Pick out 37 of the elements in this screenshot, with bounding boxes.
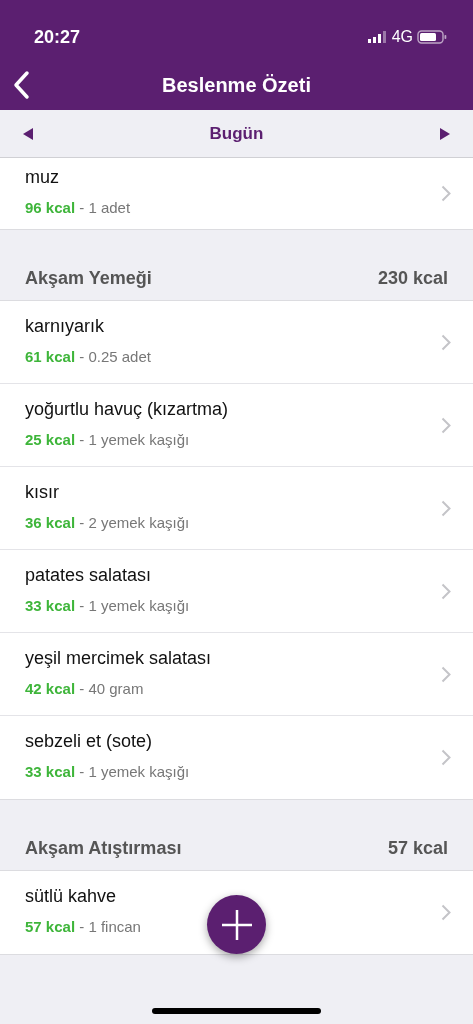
chevron-icon bbox=[441, 749, 451, 766]
chevron-icon bbox=[441, 665, 451, 683]
chevron-icon bbox=[441, 499, 451, 517]
previous-day-button[interactable] bbox=[22, 126, 34, 141]
food-detail: 25 kcal - 1 yemek kaşığı bbox=[25, 429, 191, 450]
chevron-icon bbox=[441, 904, 451, 921]
food-detail: 57 kcal - 1 fincan bbox=[25, 917, 141, 938]
signal-icon bbox=[367, 31, 388, 43]
section-total: 57 kcal bbox=[387, 837, 448, 860]
food-name: muz bbox=[25, 167, 60, 190]
food-name: yoğurtlu havuç (kızartma) bbox=[25, 398, 229, 421]
food-name: patates salatası bbox=[25, 564, 153, 587]
section-total: 230 kcal bbox=[377, 267, 448, 290]
chevron-icon bbox=[441, 416, 451, 434]
food-name: karnıyarık bbox=[25, 315, 106, 338]
section-title: Akşam Atıştırması bbox=[25, 837, 182, 860]
food-detail: 42 kcal - 40 gram bbox=[25, 678, 145, 699]
status-time: 20:27 bbox=[34, 25, 81, 49]
food-detail: 61 kcal - 0.25 adet bbox=[25, 346, 151, 367]
food-detail: 33 kcal - 1 yemek kaşığı bbox=[25, 762, 190, 783]
food-detail: 96 kcal - 1 adet bbox=[25, 198, 131, 219]
section-title: Akşam Yemeği bbox=[25, 267, 152, 290]
food-detail: 36 kcal - 2 yemek kaşığı bbox=[25, 512, 190, 533]
network-label: 4G bbox=[391, 27, 413, 47]
plus-icon bbox=[219, 907, 254, 942]
chevron-icon bbox=[441, 185, 451, 202]
chevron-icon bbox=[441, 582, 451, 600]
date-label: Bugün bbox=[209, 122, 264, 145]
food-name: kısır bbox=[25, 481, 60, 504]
battery-icon bbox=[417, 30, 447, 44]
food-detail: 33 kcal - 1 yemek kaşığı bbox=[25, 595, 190, 616]
food-name: sebzeli et (sote) bbox=[25, 731, 154, 754]
screen-title: Beslenme Özeti bbox=[162, 73, 311, 98]
food-name: sütlü kahve bbox=[25, 886, 118, 909]
food-name: yeşil mercimek salatası bbox=[25, 647, 212, 670]
chevron-icon bbox=[441, 333, 451, 351]
next-day-button[interactable] bbox=[439, 126, 451, 141]
